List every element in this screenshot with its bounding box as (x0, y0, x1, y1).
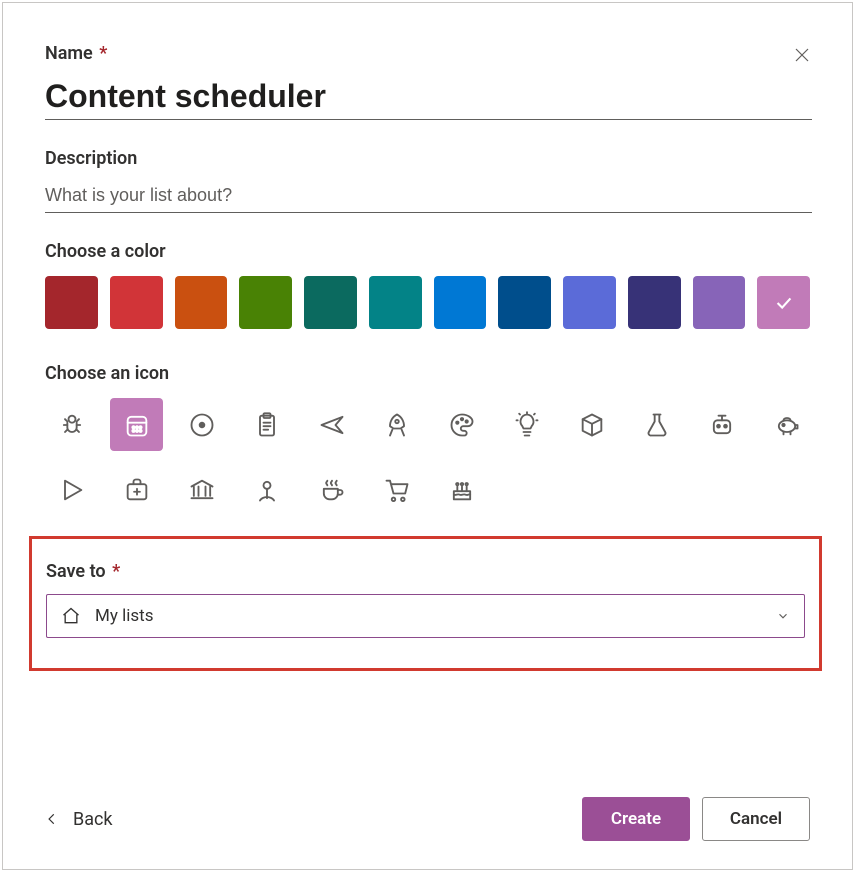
color-swatch-dark-red[interactable] (45, 276, 98, 329)
checkmark-icon (773, 292, 795, 314)
palette-icon (448, 411, 476, 439)
clipboard-icon (253, 411, 281, 439)
color-swatch-navy[interactable] (628, 276, 681, 329)
icon-option-piggy-bank[interactable] (760, 398, 813, 451)
icon-option-target[interactable] (175, 398, 228, 451)
first-aid-icon (123, 476, 151, 504)
icon-option-calendar[interactable] (110, 398, 163, 451)
bank-icon (188, 476, 216, 504)
save-to-label: Save to * (46, 561, 805, 582)
dialog-footer: Back Create Cancel (45, 797, 810, 841)
map-pin-icon (253, 476, 281, 504)
name-label-text: Name (45, 43, 93, 64)
chevron-left-icon (45, 812, 59, 826)
piggy-bank-icon (773, 411, 801, 439)
home-icon (61, 606, 81, 626)
icon-option-bank[interactable] (175, 463, 228, 516)
cancel-button[interactable]: Cancel (702, 797, 810, 841)
back-button[interactable]: Back (45, 809, 113, 830)
icon-grid (45, 398, 835, 516)
color-swatch-teal[interactable] (369, 276, 422, 329)
icon-option-cake[interactable] (435, 463, 488, 516)
color-section-label: Choose a color (45, 241, 810, 262)
icon-section-label: Choose an icon (45, 363, 810, 384)
close-button[interactable] (790, 43, 814, 67)
icon-option-robot[interactable] (695, 398, 748, 451)
icon-option-flask[interactable] (630, 398, 683, 451)
back-label: Back (73, 809, 113, 830)
color-swatch-green[interactable] (239, 276, 292, 329)
icon-option-rocket[interactable] (370, 398, 423, 451)
description-label: Description (45, 148, 812, 169)
color-swatch-row (45, 276, 810, 329)
save-to-label-text: Save to (46, 561, 106, 582)
lightbulb-icon (513, 411, 541, 439)
description-input[interactable] (45, 179, 812, 213)
cube-icon (578, 411, 606, 439)
cart-icon (383, 476, 411, 504)
save-to-selected-text: My lists (95, 606, 762, 626)
cancel-button-label: Cancel (730, 809, 782, 829)
play-arrow-icon (58, 476, 86, 504)
bug-icon (58, 411, 86, 439)
icon-option-clipboard[interactable] (240, 398, 293, 451)
color-swatch-pink[interactable] (757, 276, 810, 329)
cake-icon (448, 476, 476, 504)
icon-option-first-aid[interactable] (110, 463, 163, 516)
coffee-icon (318, 476, 346, 504)
chevron-down-icon (776, 609, 790, 623)
name-input[interactable] (45, 74, 812, 120)
icon-option-palette[interactable] (435, 398, 488, 451)
rocket-icon (383, 411, 411, 439)
name-label: Name * (45, 43, 812, 64)
color-section: Choose a color (45, 241, 810, 329)
icon-option-cube[interactable] (565, 398, 618, 451)
icon-section: Choose an icon (45, 363, 810, 516)
create-list-dialog: Name * Description Choose a color Choose… (2, 2, 853, 870)
save-to-required-marker: * (112, 561, 120, 582)
save-to-highlight-box: Save to * My lists (29, 536, 822, 671)
robot-icon (708, 411, 736, 439)
save-to-dropdown[interactable]: My lists (46, 594, 805, 638)
calendar-icon (123, 411, 151, 439)
color-swatch-purple[interactable] (693, 276, 746, 329)
color-swatch-blue[interactable] (434, 276, 487, 329)
name-field-group: Name * (45, 43, 812, 120)
target-icon (188, 411, 216, 439)
icon-option-play-arrow[interactable] (45, 463, 98, 516)
name-required-marker: * (99, 43, 107, 64)
icon-option-airplane[interactable] (305, 398, 358, 451)
icon-option-lightbulb[interactable] (500, 398, 553, 451)
airplane-icon (318, 411, 346, 439)
close-icon (793, 46, 811, 64)
flask-icon (643, 411, 671, 439)
color-swatch-periwinkle[interactable] (563, 276, 616, 329)
icon-option-cart[interactable] (370, 463, 423, 516)
create-button-label: Create (611, 809, 661, 829)
create-button[interactable]: Create (582, 797, 690, 841)
color-swatch-dark-blue[interactable] (498, 276, 551, 329)
color-swatch-red[interactable] (110, 276, 163, 329)
icon-option-bug[interactable] (45, 398, 98, 451)
color-swatch-dark-green[interactable] (304, 276, 357, 329)
color-swatch-orange[interactable] (175, 276, 228, 329)
description-field-group: Description (45, 148, 812, 213)
icon-option-coffee[interactable] (305, 463, 358, 516)
icon-option-map-pin[interactable] (240, 463, 293, 516)
